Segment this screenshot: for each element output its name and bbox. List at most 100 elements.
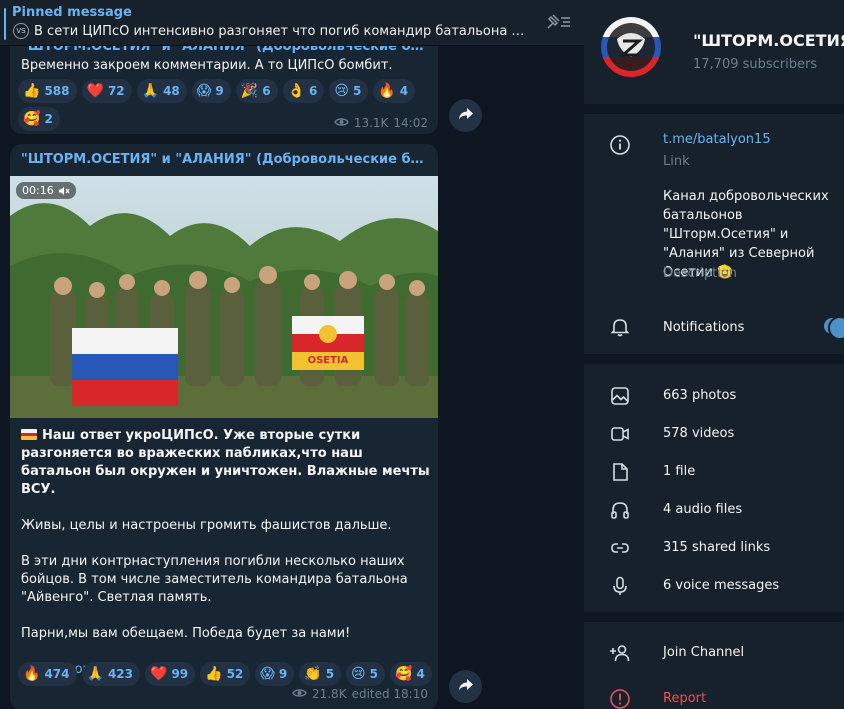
media-videos[interactable]: 578 videos <box>663 426 734 441</box>
reaction-emoji: 🔥 <box>23 666 41 682</box>
reaction-count: 423 <box>107 667 133 681</box>
info-icon <box>609 134 631 156</box>
video-icon <box>609 423 631 445</box>
reaction-chip[interactable]: 😱 9 <box>255 662 295 686</box>
reaction-count: 588 <box>44 84 70 98</box>
reactions-bar: 🔥 474 🙏 423 ❤️ 99 👍 52 😱 9 👏 5 😢 5 🥰 4 <box>18 662 438 686</box>
share-arrow-icon <box>458 107 474 125</box>
media-voice[interactable]: 6 voice messages <box>663 578 779 593</box>
reaction-chip[interactable]: 🔥 4 <box>373 79 416 103</box>
reaction-count: 99 <box>171 667 189 681</box>
reaction-count: 48 <box>163 84 180 98</box>
muted-speaker-icon[interactable] <box>58 186 70 196</box>
reaction-count: 2 <box>44 112 53 126</box>
divider <box>584 104 844 114</box>
notifications-label: Notifications <box>663 320 745 335</box>
video-duration: 00:16 <box>16 182 76 199</box>
media-audio[interactable]: 4 audio files <box>663 502 742 517</box>
reaction-count: 9 <box>278 667 288 681</box>
reaction-count: 4 <box>399 84 409 98</box>
north-ossetia-flag-icon <box>21 429 37 440</box>
pin-list-icon[interactable] <box>544 12 572 36</box>
reaction-emoji: 👏 <box>304 666 322 682</box>
microphone-icon <box>609 575 631 597</box>
bell-icon <box>609 316 631 338</box>
reaction-emoji: 👍 <box>205 666 223 682</box>
reaction-emoji: 👍 <box>23 83 41 99</box>
reaction-chip[interactable]: ❤️ 99 <box>145 662 196 686</box>
reaction-count: 4 <box>416 667 425 681</box>
reaction-count: 5 <box>369 667 379 681</box>
channel-info-panel: "ШТОРМ.ОСЕТИЯ" 17,709 subscribers t.me/b… <box>584 0 844 709</box>
description-caption: Description <box>663 266 738 281</box>
reaction-count: 9 <box>215 84 224 98</box>
reaction-chip[interactable]: 🔥 474 <box>18 662 77 686</box>
media-files[interactable]: 1 file <box>663 464 695 479</box>
channel-title: "ШТОРМ.ОСЕТИЯ" <box>693 31 844 50</box>
share-arrow-icon <box>458 678 474 696</box>
photo-icon <box>609 385 631 407</box>
link-icon <box>609 537 631 559</box>
reaction-count: 474 <box>44 667 70 681</box>
add-user-icon <box>609 642 631 664</box>
pinned-indicator <box>4 8 6 40</box>
reaction-count: 6 <box>262 84 271 98</box>
pinned-author-mark: VS <box>13 23 29 39</box>
reaction-chip[interactable]: 👌 6 <box>282 79 325 103</box>
media-photos[interactable]: 663 photos <box>663 388 736 403</box>
link-caption: Link <box>663 154 690 169</box>
edited-time: edited 18:10 <box>351 687 428 701</box>
reaction-emoji: 😢 <box>351 666 366 682</box>
forward-source[interactable]: "ШТОРМ.ОСЕТИЯ" и "АЛАНИЯ" (Добровольческ… <box>21 152 427 167</box>
reaction-chip[interactable]: 😱 9 <box>191 79 231 103</box>
banner-text: OSETIA <box>308 355 349 366</box>
channel-link[interactable]: t.me/batalyon15 <box>663 132 771 147</box>
pinned-text: В сети ЦИПсО интенсивно разгоняет что по… <box>34 24 530 39</box>
reaction-emoji: ❤️ <box>86 83 104 99</box>
reaction-count: 5 <box>325 667 335 681</box>
message-text: Наш ответ укроЦИПсО. Уже вторые сутки ра… <box>21 427 431 679</box>
reaction-count: 52 <box>226 667 244 681</box>
message-paragraph: Живы, целы и настроены громить фашистов … <box>21 518 392 533</box>
reaction-chip[interactable]: 🙏 423 <box>81 662 140 686</box>
view-count: 21.8K <box>311 687 347 701</box>
message-time: 14:02 <box>393 116 428 130</box>
reaction-chip[interactable]: 👍 588 <box>18 79 77 103</box>
reaction-emoji: 🔥 <box>378 83 396 99</box>
reaction-chip[interactable]: 🎉 6 <box>235 79 278 103</box>
media-links[interactable]: 315 shared links <box>663 540 770 555</box>
reaction-emoji: 🥰 <box>395 666 413 682</box>
reaction-count: 72 <box>107 84 125 98</box>
reaction-chip[interactable]: 🙏 48 <box>136 79 187 103</box>
reaction-chip[interactable]: 👏 5 <box>299 662 342 686</box>
share-button[interactable] <box>449 99 482 132</box>
reaction-chip[interactable]: 🥰 2 <box>18 107 60 131</box>
reaction-chip[interactable]: 👍 52 <box>200 662 251 686</box>
reaction-emoji: 🙏 <box>141 83 160 99</box>
notifications-toggle[interactable] <box>824 316 844 340</box>
divider <box>584 612 844 622</box>
share-button[interactable] <box>449 670 482 703</box>
eye-icon <box>292 687 307 701</box>
subscriber-count: 17,709 subscribers <box>693 57 818 72</box>
reaction-count: 5 <box>352 84 362 98</box>
reaction-chip[interactable]: 😢 5 <box>329 79 369 103</box>
message-paragraph: Парни,мы вам обещаем. Победа будет за на… <box>21 626 351 641</box>
channel-avatar[interactable] <box>601 17 661 77</box>
reaction-emoji: 😱 <box>260 666 275 682</box>
reaction-chip[interactable]: 🥰 4 <box>390 662 432 686</box>
headphones-icon <box>609 499 631 521</box>
report-button[interactable]: Report <box>663 691 706 706</box>
reaction-emoji: 🙏 <box>86 666 104 682</box>
reaction-chip[interactable]: 😢 5 <box>346 662 386 686</box>
join-channel-button[interactable]: Join Channel <box>663 645 744 660</box>
reaction-emoji: ❤️ <box>150 666 168 682</box>
reaction-chip[interactable]: ❤️ 72 <box>81 79 132 103</box>
pinned-message-bar[interactable]: Pinned message VS В сети ЦИПсО интенсивн… <box>0 0 584 46</box>
message-bubble[interactable]: "ШТОРМ.ОСЕТИЯ" и "АЛАНИЯ" (Добровольческ… <box>10 144 438 709</box>
reaction-emoji: 🥰 <box>23 111 41 127</box>
reaction-emoji: 👌 <box>287 83 305 99</box>
duration-text: 00:16 <box>22 184 54 197</box>
message-lead: Наш ответ укроЦИПсО. Уже вторые сутки ра… <box>21 428 430 497</box>
video-thumbnail[interactable]: OSETIA 00:16 <box>10 176 438 418</box>
